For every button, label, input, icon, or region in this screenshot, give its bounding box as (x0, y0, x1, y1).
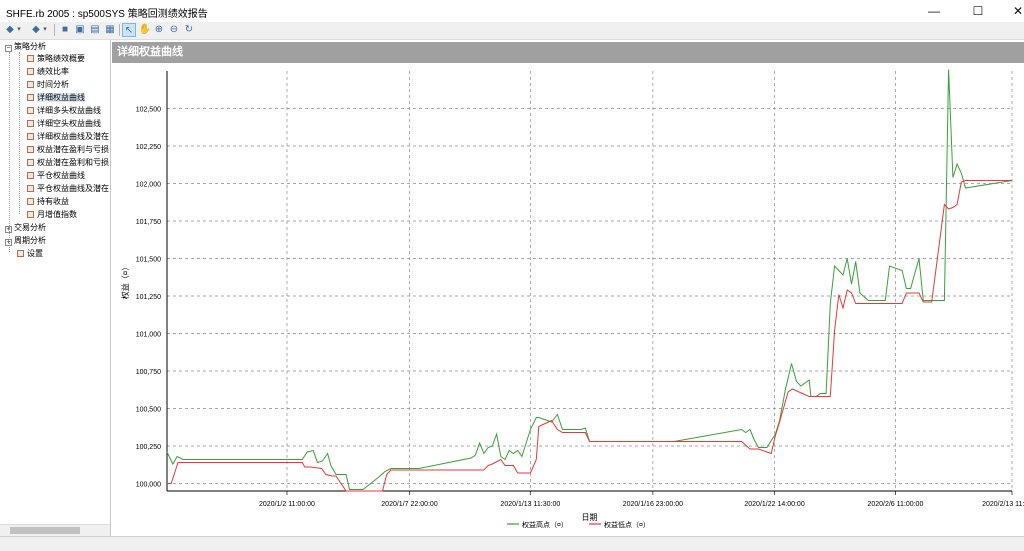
tree-node-period-analysis[interactable]: + 周期分析 (5, 235, 46, 246)
scrollbar-thumb[interactable] (10, 527, 80, 534)
tree-item-selected[interactable]: 详细权益曲线 (27, 92, 85, 103)
report-icon (27, 211, 34, 218)
y-tick-label: 102,500 (136, 107, 161, 114)
x-axis-ticks: 2020/1/2 11:00:00 2020/1/7 22:00:00 2020/1… (259, 501, 1024, 508)
export-icon[interactable]: ▦ (103, 23, 117, 37)
hand-pan-icon[interactable]: ✋ (138, 23, 152, 37)
report-icon (27, 94, 34, 101)
tree-item[interactable]: 时间分析 (27, 79, 69, 90)
refresh-icon[interactable]: ↻ (182, 23, 196, 37)
tree-node-trade-analysis[interactable]: + 交易分析 (5, 222, 46, 233)
report-icon (27, 81, 34, 88)
y-tick-label: 102,250 (136, 144, 161, 151)
chart-legend: 权益高点（¤） 权益低点（¤） (507, 520, 650, 529)
expand-icon[interactable]: + (5, 226, 12, 233)
tree-item[interactable]: 月增值指数 (27, 209, 77, 220)
pointer-icon[interactable]: ↖ (122, 23, 136, 37)
tree-item[interactable]: 策略绩效概要 (27, 53, 85, 64)
tree-item[interactable]: 持有收益 (27, 196, 69, 207)
tree-node-strategy-analysis[interactable]: − 策略分析 (5, 41, 46, 52)
report-icon (27, 55, 34, 62)
y-tick-label: 100,000 (136, 482, 161, 489)
window-title: SHFE.rb 2005 : sp500SYS 策略回测绩效报告 (6, 9, 208, 20)
x-axis-label: 日期 (582, 513, 598, 522)
zoom-out-icon[interactable]: ⊖ (167, 23, 181, 37)
y-tick-label: 102,000 (136, 182, 161, 189)
x-tick-label: 2020/1/7 22:00:00 (381, 501, 438, 508)
dropdown-icon[interactable]: ▾ (15, 23, 23, 37)
tree-item[interactable]: 详细权益曲线及潜在 (27, 131, 110, 142)
save-icon[interactable]: ■ (58, 23, 72, 37)
tree-item[interactable]: 绩效比率 (27, 66, 69, 77)
x-tick-label: 2020/2/13 11:00:00 (982, 501, 1024, 508)
status-bar (0, 536, 1024, 551)
tree-item[interactable]: 权益潜在盈利和亏损 (27, 157, 110, 168)
close-button[interactable]: ✕ (1000, 0, 1024, 22)
report-icon (27, 198, 34, 205)
x-tick-label: 2020/1/22 14:00:00 (744, 501, 804, 508)
panel-title: 详细权益曲线 (112, 42, 1024, 63)
tree-connector (19, 52, 20, 214)
report-icon (27, 133, 34, 140)
report-icon (27, 159, 34, 166)
x-tick-label: 2020/2/6 11:00:00 (867, 501, 923, 508)
report-icon (27, 146, 34, 153)
tree-node-settings[interactable]: 设置 (17, 248, 43, 259)
y-tick-label: 101,250 (136, 294, 161, 301)
tree-item[interactable]: 详细多头权益曲线 (27, 105, 101, 116)
series-line-1 (167, 180, 1012, 492)
tree-item[interactable]: 平仓权益曲线及潜在 (27, 183, 110, 194)
report-icon (27, 68, 34, 75)
chart-grid (167, 71, 1013, 491)
y-tick-label: 100,750 (136, 369, 161, 376)
expand-icon[interactable]: + (5, 239, 12, 246)
dropdown-icon[interactable]: ▾ (41, 23, 49, 37)
equity-chart[interactable]: 100,000 100,250 100,500 100,750 101,000 101,2… (112, 63, 1024, 536)
y-tick-label: 101,750 (136, 219, 161, 226)
legend-label-1: 权益低点（¤） (604, 520, 650, 529)
report-icon (17, 250, 24, 257)
toolbar-separator (54, 24, 55, 36)
x-tick-label: 2020/1/16 23:00:00 (623, 501, 683, 508)
x-tick-label: 2020/1/13 11:30:00 (500, 501, 560, 508)
chart-series (166, 69, 1013, 492)
collapse-icon[interactable]: − (5, 45, 12, 52)
tree-horizontal-scrollbar[interactable] (0, 524, 110, 536)
legend-label-0: 权益高点（¤） (522, 520, 568, 529)
zoom-in-icon[interactable]: ⊕ (152, 23, 166, 37)
report-icon (27, 185, 34, 192)
report-icon (27, 172, 34, 179)
toolbar: ◆ ▾ ◆ ▾ ■ ▣ ▤ ▦ ↖ ✋ ⊕ ⊖ ↻ (0, 22, 1024, 40)
y-axis-label: 权益（¤） (120, 263, 130, 299)
maximize-button[interactable]: ☐ (960, 0, 996, 22)
navigation-tree: − 策略分析 策略绩效概要 绩效比率 时间分析 详细权益曲线 详细多头权益曲线 详… (0, 40, 111, 536)
y-tick-label: 101,500 (136, 257, 161, 264)
y-tick-label: 100,250 (136, 444, 161, 451)
window-titlebar: SHFE.rb 2005 : sp500SYS 策略回测绩效报告 — ☐ ✕ (0, 0, 1024, 22)
print-preview-icon[interactable]: ▣ (73, 23, 87, 37)
y-tick-label: 101,000 (136, 332, 161, 339)
print-icon[interactable]: ▤ (88, 23, 102, 37)
chart-axes (166, 71, 1013, 495)
y-axis-ticks: 100,000 100,250 100,500 100,750 101,000 101,2… (136, 107, 161, 489)
x-tick-label: 2020/1/2 11:00:00 (259, 501, 315, 508)
y-tick-label: 100,500 (136, 407, 161, 414)
toolbar-separator (119, 24, 120, 36)
report-icon (27, 107, 34, 114)
tree-item[interactable]: 平仓权益曲线 (27, 170, 85, 181)
minimize-button[interactable]: — (916, 0, 952, 22)
report-icon (27, 120, 34, 127)
tree-item[interactable]: 权益潜在盈利与亏损 (27, 144, 110, 155)
report-panel: 详细权益曲线 100,000 100,250 100,500 100,750 101,0… (112, 40, 1024, 536)
series-line-0 (166, 69, 1013, 490)
tree-item[interactable]: 详细空头权益曲线 (27, 118, 101, 129)
